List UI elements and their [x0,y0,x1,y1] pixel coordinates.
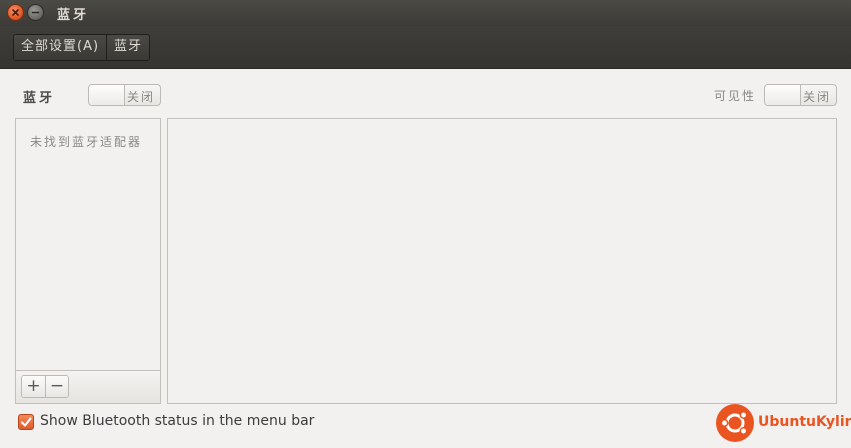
add-remove-group: + − [21,375,69,398]
close-button[interactable] [7,4,24,21]
show-status-checkbox[interactable] [18,414,34,430]
ubuntukylin-logo: UbuntuKylin [716,404,851,444]
bluetooth-label: 蓝牙 [23,91,56,106]
breadcrumb-bluetooth[interactable]: 蓝牙 [106,35,150,60]
breadcrumb-all-settings[interactable]: 全部设置(A) [14,35,107,60]
visibility-switch[interactable]: 关闭 [764,84,837,106]
breadcrumb: 全部设置(A) 蓝牙 [13,34,151,61]
visibility-label: 可见性 [714,89,757,103]
remove-device-button[interactable]: − [45,376,68,397]
adapter-list-pane: 未找到蓝牙适配器 + − [15,118,161,404]
toolbar: 全部设置(A) 蓝牙 [0,26,851,69]
add-device-button[interactable]: + [22,376,45,397]
checkmark-icon [21,417,32,427]
visibility-switch-state: 关闭 [803,90,832,104]
bluetooth-switch-state: 关闭 [127,90,156,104]
window-title: 蓝牙 [57,8,90,23]
show-status-label[interactable]: Show Bluetooth status in the menu bar [40,413,314,429]
title-bar: 蓝牙 [0,0,851,26]
close-icon [12,9,19,16]
switch-knob [89,85,125,105]
bluetooth-controls-row: 蓝牙 关闭 可见性 关闭 [0,84,851,106]
ubuntu-logo-icon [716,404,754,442]
bluetooth-switch[interactable]: 关闭 [88,84,161,106]
adapter-list-footer: + − [16,371,160,403]
device-details-pane [167,118,837,404]
bluetooth-settings-window: 蓝牙 全部设置(A) 蓝牙 蓝牙 关闭 可见性 关闭 未找到蓝牙适配器 + − [0,0,851,448]
no-adapter-message: 未找到蓝牙适配器 [30,135,143,149]
switch-knob [765,85,801,105]
minimize-icon [31,11,40,14]
minimize-button[interactable] [27,4,44,21]
adapter-list[interactable]: 未找到蓝牙适配器 [16,119,160,371]
brand-name: UbuntuKylin [758,414,851,430]
